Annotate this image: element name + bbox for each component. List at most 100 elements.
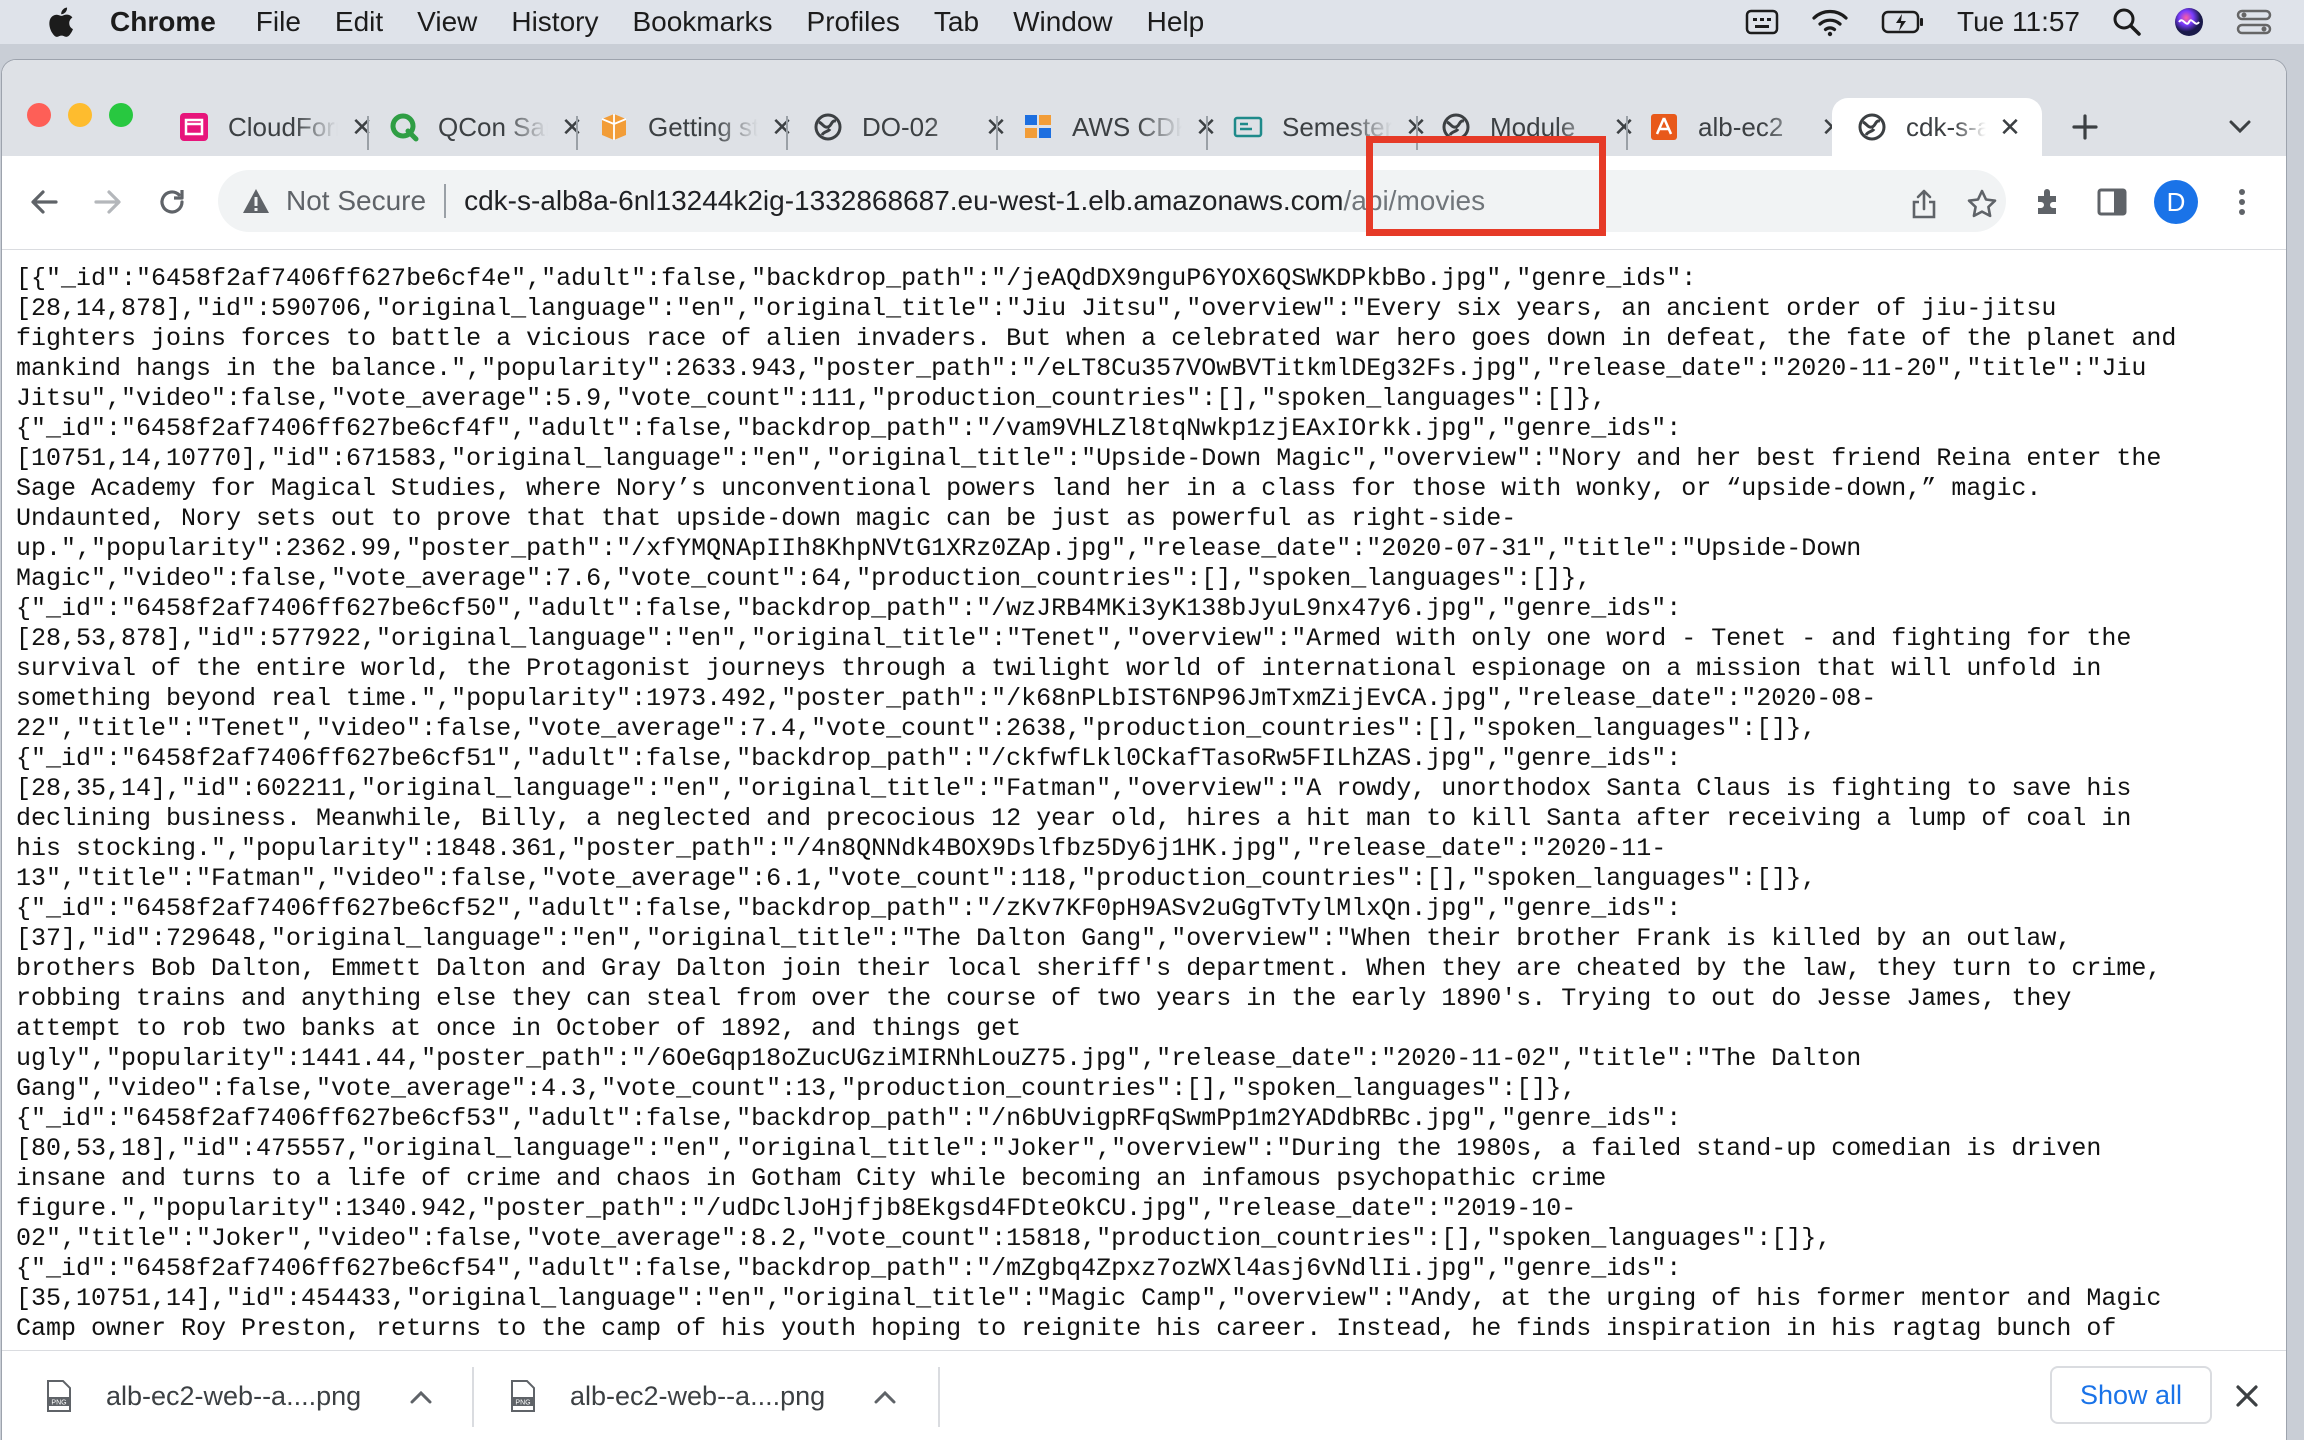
chrome-window: CloudFormation ✕ QCon San Francisco ✕ Ge…: [2, 60, 2286, 1440]
tab-alb-ec2[interactable]: alb-ec2 ✕: [1648, 98, 1846, 156]
download-item[interactable]: PNG alb-ec2-web--a....png: [46, 1351, 433, 1440]
json-response-text: [{"_id":"6458f2af7406ff627be6cf4e","adul…: [16, 264, 2177, 1343]
tab-separator: [367, 116, 369, 150]
menu-edit[interactable]: Edit: [335, 6, 383, 38]
macos-menu-bar: Chrome File Edit View History Bookmarks …: [0, 0, 2304, 44]
close-icon[interactable]: ✕: [1996, 112, 2024, 142]
tab-cloudformation[interactable]: CloudFormation ✕: [178, 98, 376, 156]
share-icon[interactable]: [1904, 184, 1944, 224]
url-text[interactable]: cdk-s-alb8a-6nl13244k2ig-1332868687.eu-w…: [464, 185, 1485, 217]
new-tab-button[interactable]: [2070, 98, 2100, 156]
tab-separator: [996, 116, 998, 150]
wifi-icon[interactable]: [1811, 7, 1849, 37]
browser-toolbar: Not Secure cdk-s-alb8a-6nl13244k2ig-1332…: [2, 156, 2286, 250]
tab-aws-cdk[interactable]: AWS CDK ✕: [1022, 98, 1220, 156]
warning-icon[interactable]: [242, 187, 270, 215]
keyboard-icon[interactable]: [1745, 8, 1779, 36]
tab-title: QCon San Francisco: [438, 111, 548, 142]
cloudformation-icon: [180, 113, 208, 141]
reload-button[interactable]: [148, 178, 196, 226]
close-icon[interactable]: [2232, 1381, 2262, 1411]
chevron-up-icon[interactable]: [873, 1381, 897, 1412]
url-highlight-box: [1366, 136, 1606, 236]
tab-separator: [786, 116, 788, 150]
tab-strip: CloudFormation ✕ QCon San Francisco ✕ Ge…: [2, 60, 2286, 156]
url-host-tld: com: [1290, 185, 1344, 216]
apple-icon[interactable]: [40, 5, 80, 39]
tab-qcon[interactable]: QCon San Francisco ✕: [388, 98, 586, 156]
status-area: Tue 11:57: [1745, 0, 2304, 44]
tab-search-button[interactable]: [2228, 98, 2252, 156]
menu-app-name[interactable]: Chrome: [110, 6, 216, 38]
png-file-icon: PNG: [511, 1380, 535, 1412]
png-file-icon: PNG: [47, 1380, 71, 1412]
download-filename: alb-ec2-web--a....png: [570, 1380, 826, 1411]
more-menu-icon[interactable]: [2222, 182, 2262, 222]
address-bar[interactable]: Not Secure cdk-s-alb8a-6nl13244k2ig-1332…: [218, 170, 2006, 232]
qcon-icon: [390, 113, 419, 142]
chevron-down-icon: [2229, 120, 2251, 134]
tab-separator: [1626, 116, 1628, 150]
menu-window[interactable]: Window: [1013, 6, 1113, 38]
semester-icon: [1233, 116, 1263, 138]
menu-help[interactable]: Help: [1147, 6, 1205, 38]
download-separator: [938, 1367, 940, 1427]
forward-button[interactable]: [84, 178, 132, 226]
tab-title: Getting started: [648, 111, 758, 142]
docs-icon: [601, 114, 627, 140]
url-host: cdk-s-alb8a-6nl13244k2ig-1332868687.eu-w…: [464, 185, 1291, 216]
show-all-downloads-button[interactable]: Show all: [2050, 1366, 2212, 1424]
search-icon[interactable]: [2112, 7, 2142, 37]
tab-separator: [576, 116, 578, 150]
arrow-right-icon: [94, 190, 121, 214]
close-window-button[interactable]: [27, 103, 51, 127]
siri-icon[interactable]: [2174, 7, 2204, 37]
zoom-window-button[interactable]: [109, 103, 133, 127]
chevron-up-icon[interactable]: [409, 1381, 433, 1412]
tab-title: cdk-s-alb8a: [1906, 111, 1986, 142]
plus-icon: [2072, 114, 2098, 140]
arrow-left-icon: [31, 190, 58, 214]
profile-avatar[interactable]: D: [2154, 180, 2198, 224]
menu-file[interactable]: File: [256, 6, 301, 38]
back-button[interactable]: [20, 178, 68, 226]
downloads-bar: PNG alb-ec2-web--a....png PNG alb-ec2-we…: [2, 1350, 2286, 1440]
extensions-icon[interactable]: [2028, 182, 2068, 222]
reload-icon: [160, 190, 184, 214]
close-icon[interactable]: ✕: [348, 112, 376, 142]
download-item[interactable]: PNG alb-ec2-web--a....png: [510, 1351, 897, 1440]
menu-history[interactable]: History: [511, 6, 598, 38]
menu-view[interactable]: View: [417, 6, 477, 38]
png-badge: PNG: [51, 1400, 66, 1407]
page-content: [{"_id":"6458f2af7406ff627be6cf4e","adul…: [2, 250, 2286, 1350]
menubar-clock[interactable]: Tue 11:57: [1957, 6, 2080, 38]
download-filename: alb-ec2-web--a....png: [106, 1380, 362, 1411]
omnibox-divider: [444, 184, 447, 218]
png-badge: PNG: [515, 1400, 530, 1407]
download-separator: [472, 1367, 474, 1427]
close-icon[interactable]: ✕: [558, 112, 586, 142]
tab-separator: [1206, 116, 1208, 150]
close-icon[interactable]: ✕: [768, 112, 796, 142]
control-center-icon[interactable]: [2236, 8, 2272, 36]
tab-title: AWS CDK: [1072, 111, 1182, 142]
globe-icon: [1858, 113, 1886, 141]
globe-icon: [814, 113, 842, 141]
tab-title: CloudFormation: [228, 111, 338, 142]
alb-icon: [1651, 114, 1677, 140]
menu-bookmarks[interactable]: Bookmarks: [632, 6, 772, 38]
not-secure-label[interactable]: Not Secure: [286, 185, 426, 217]
bookmark-star-icon[interactable]: [1962, 184, 2002, 224]
menu-profiles[interactable]: Profiles: [807, 6, 900, 38]
tab-title: alb-ec2: [1698, 111, 1784, 142]
tab-active-api-movies[interactable]: cdk-s-alb8a ✕: [1832, 98, 2042, 156]
minimize-window-button[interactable]: [68, 103, 92, 127]
close-icon[interactable]: ✕: [1610, 112, 1638, 142]
side-panel-icon[interactable]: [2092, 182, 2132, 222]
tab-getting-started[interactable]: Getting started ✕: [598, 98, 796, 156]
battery-icon[interactable]: [1881, 9, 1925, 35]
aws-icon: [1025, 115, 1051, 138]
tab-do-02[interactable]: DO-02 ✕: [812, 98, 1010, 156]
tab-title: DO-02: [862, 111, 939, 142]
menu-tab[interactable]: Tab: [934, 6, 979, 38]
